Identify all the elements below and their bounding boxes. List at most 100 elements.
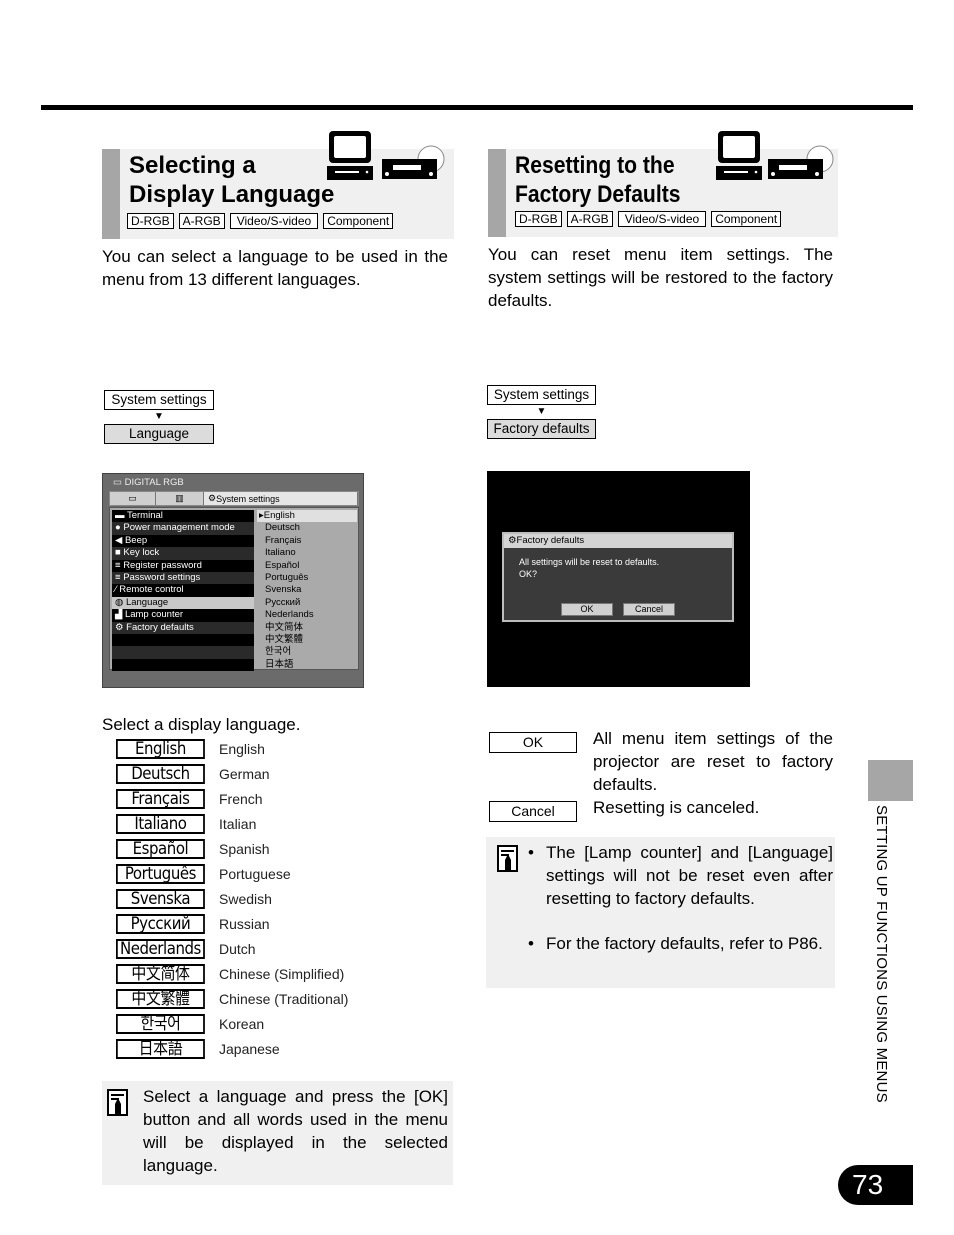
language-english-name: Portuguese (219, 866, 291, 882)
signal-tags: D-RGB A-RGB Video/S-video Component (127, 213, 394, 229)
tab-image[interactable]: ▥ (156, 492, 204, 505)
language-row: 中文简体 Chinese (Simplified) (116, 963, 344, 985)
ok-button-label: OK (489, 732, 577, 753)
note-item-1: The [Lamp counter] and [Language] settin… (546, 843, 833, 908)
signal-tags: D-RGB A-RGB Video/S-video Component (515, 211, 782, 227)
menu-item-remote-control[interactable]: ⁄ Remote control (112, 584, 254, 597)
ok-description: All menu item settings of the projector … (593, 729, 833, 794)
tag-video: Video/S-video (617, 211, 707, 227)
language-native-label: 中文简体 (116, 964, 205, 984)
menu-item-factory-defaults[interactable]: ⚙ Factory defaults (112, 621, 254, 634)
language-english-name: English (219, 741, 265, 757)
option-japanese[interactable]: 日本語 (257, 659, 357, 671)
language-english-name: German (219, 766, 270, 782)
language-menu-screenshot: ▭ DIGITAL RGB ▭ ▥ ⚙ System settings ▬ Te… (102, 473, 364, 688)
path-language: Language (104, 424, 214, 444)
title-line-1: Selecting a (129, 152, 256, 179)
language-row: 日本語 Japanese (116, 1038, 280, 1060)
gear-icon: ⚙ (508, 535, 517, 546)
menu-item-language[interactable]: ◍ Language (112, 596, 254, 610)
language-native-label: 日本語 (116, 1039, 205, 1059)
section-header-factory-defaults: Resetting to the Factory Defaults D-RGB … (488, 131, 838, 237)
dialog-ok-button[interactable]: OK (561, 603, 613, 616)
option-nederlands[interactable]: Nederlands (257, 609, 357, 621)
note-box: Select a language and press the [OK] but… (102, 1081, 453, 1185)
language-english-name: Chinese (Traditional) (219, 991, 349, 1007)
tag-a-rgb: A-RGB (566, 211, 613, 227)
intro-text: You can reset menu item settings. The sy… (488, 245, 833, 310)
option-chinese-simplified[interactable]: 中文简体 (257, 622, 357, 634)
option-deutsch[interactable]: Deutsch (257, 522, 357, 534)
top-rule (41, 105, 913, 110)
language-english-name: Korean (219, 1016, 265, 1032)
option-francais[interactable]: Français (257, 535, 357, 547)
option-chinese-traditional[interactable]: 中文繁體 (257, 634, 357, 646)
menu-item-empty (112, 658, 254, 672)
dialog-cancel-button[interactable]: Cancel (623, 603, 675, 616)
menu-item-lamp-counter[interactable]: ▟ Lamp counter (112, 609, 254, 622)
video-player-icon (382, 145, 445, 179)
menu-item-beep[interactable]: ◀ Beep (112, 534, 254, 548)
menu-item-power[interactable]: ● Power management mode (112, 522, 254, 535)
language-english-name: French (219, 791, 263, 807)
section-title: Selecting a Display Language (129, 151, 334, 209)
tab-picture[interactable]: ▭ (110, 492, 156, 505)
title-line-2: Display Language (129, 181, 335, 208)
path-system-settings: System settings (487, 385, 596, 405)
bullet: • (528, 843, 534, 862)
tag-a-rgb: A-RGB (178, 213, 225, 229)
menu-item-terminal[interactable]: ▬ Terminal (112, 510, 254, 523)
language-native-label: 中文繁體 (116, 989, 205, 1009)
language-row: Español Spanish (116, 838, 270, 860)
option-russian[interactable]: Русский (257, 597, 357, 609)
language-native-label: Svenska (116, 889, 205, 909)
language-native-label: Español (116, 839, 205, 859)
language-row: Nederlands Dutch (116, 938, 256, 960)
menu-path: System settings ▼ Factory defaults (487, 385, 596, 439)
language-native-label: Français (116, 789, 205, 809)
tag-video: Video/S-video (229, 213, 319, 229)
language-native-label: Русский (116, 914, 205, 934)
intro-text: You can select a language to be used in … (102, 247, 448, 289)
language-native-label: Nederlands (116, 939, 205, 959)
menu-item-password-settings[interactable]: ≡ Password settings (112, 571, 254, 585)
language-native-label: Português (116, 864, 205, 884)
option-portugues[interactable]: Português (257, 572, 357, 584)
tag-component: Component (711, 211, 782, 227)
language-options-list: ▸English Deutsch Français Italiano Españ… (257, 510, 357, 671)
header-accent-bar (102, 149, 120, 239)
language-native-label: Deutsch (116, 764, 205, 784)
note-box: • The [Lamp counter] and [Language] sett… (486, 837, 835, 988)
language-native-label: English (116, 739, 205, 759)
device-icons (716, 131, 834, 180)
factory-defaults-screenshot: ⚙Factory defaults All settings will be r… (487, 471, 750, 687)
title-line-2: Factory Defaults (515, 181, 681, 208)
menu-item-key-lock[interactable]: ■ Key lock (112, 547, 254, 560)
language-row: Italiano Italian (116, 813, 256, 835)
tab-system-settings[interactable]: ⚙ System settings (204, 492, 358, 505)
language-row: Русский Russian (116, 913, 270, 935)
language-row: Deutsch German (116, 763, 270, 785)
down-arrow-icon: ▼ (154, 411, 164, 422)
section-header-language: Selecting a Display Language D-RGB A-RGB… (102, 131, 454, 239)
option-svenska[interactable]: Svenska (257, 584, 357, 596)
computer-icon (716, 131, 762, 180)
language-row: Français French (116, 788, 263, 810)
dialog-message: All settings will be reset to defaults. … (519, 557, 660, 579)
dialog-title: ⚙Factory defaults (504, 534, 732, 548)
down-arrow-icon: ▼ (536, 406, 547, 417)
language-english-name: Spanish (219, 841, 270, 857)
note-text: Select a language and press the [OK] but… (143, 1087, 448, 1175)
option-italiano[interactable]: Italiano (257, 547, 357, 559)
path-factory-defaults: Factory defaults (487, 419, 596, 439)
tag-d-rgb: D-RGB (127, 213, 174, 229)
cancel-button-label: Cancel (489, 801, 577, 822)
menu-item-register-password[interactable]: ≡ Register password (112, 559, 254, 572)
menu-tabs: ▭ ▥ ⚙ System settings (109, 491, 359, 506)
option-english[interactable]: ▸English (257, 510, 357, 523)
option-korean[interactable]: 한국어 (257, 646, 357, 658)
select-instruction: Select a display language. (102, 715, 301, 734)
language-row: English English (116, 738, 265, 760)
input-icon: ▭ (113, 477, 125, 488)
option-espanol[interactable]: Español (257, 560, 357, 572)
